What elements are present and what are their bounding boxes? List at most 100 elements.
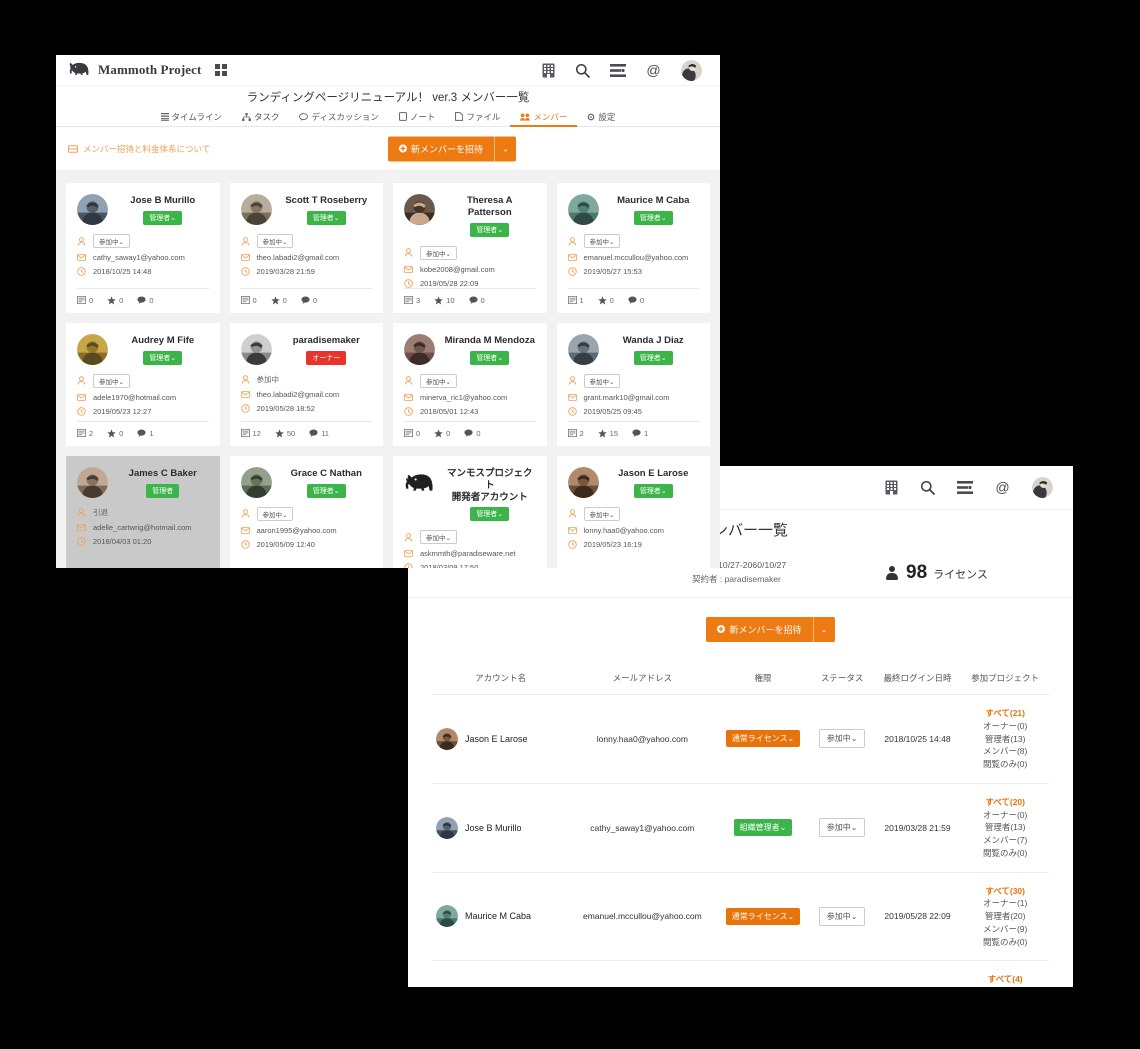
col-last-login[interactable]: 最終ログイン日時 <box>873 660 962 695</box>
avatar[interactable] <box>436 727 458 750</box>
date-row: 2019/05/28 18:52 <box>240 404 373 413</box>
member-card[interactable]: Miranda M Mendoza 管理者⌄ 参加中⌄ minerva_ric1@ya… <box>393 322 547 446</box>
member-card[interactable]: Theresa A Patterson 管理者⌄ 参加中⌄ kobe2008@gmai… <box>393 183 547 313</box>
filter-icon[interactable] <box>610 63 626 77</box>
card-details: 参加中⌄ aaron1995@yahoo.com 2019/05/09 12:40 <box>240 506 373 549</box>
member-card[interactable]: Grace C Nathan 管理者⌄ 参加中⌄ aaron1995@yahoo.co… <box>229 455 383 568</box>
member-role-badge[interactable]: 管理者⌄ <box>633 350 673 365</box>
member-card[interactable]: Maurice M Caba 管理者⌄ 参加中⌄ emanuel.mccullou@y… <box>556 183 710 313</box>
projects-total[interactable]: すべて(20) <box>965 796 1045 809</box>
member-role-badge[interactable]: オーナー <box>306 350 347 365</box>
card-stats: 1 0 0 <box>567 287 699 305</box>
member-role-badge[interactable]: 管理者⌄ <box>633 210 673 225</box>
member-status-dropdown[interactable]: 参加中⌄ <box>93 373 130 388</box>
avatar[interactable] <box>567 333 599 365</box>
tab-members[interactable]: メンバー <box>510 108 578 127</box>
member-status-dropdown[interactable]: 参加中⌄ <box>93 234 130 248</box>
status-dropdown[interactable]: 参加中⌄ <box>818 906 866 926</box>
member-card[interactable]: Jose B Murillo 管理者⌄ 参加中⌄ cathy_saway1@yahoo… <box>66 183 220 313</box>
apps-grid-icon[interactable] <box>215 64 228 76</box>
member-role-badge[interactable]: 管理者⌄ <box>143 350 183 365</box>
cell-permission: 組織管理者⌄ <box>715 783 811 873</box>
avatar[interactable] <box>404 466 435 498</box>
projects-total[interactable]: すべて(21) <box>965 707 1045 720</box>
member-card[interactable]: Jason E Larose 管理者⌄ 参加中⌄ lonny.haa0@yahoo.c… <box>556 455 710 568</box>
tab-gear[interactable]: 設定 <box>577 108 625 127</box>
member-card[interactable]: paradisemaker オーナー 参加中 theo.labadi2@gmail.c… <box>229 322 383 446</box>
member-role-badge[interactable]: 管理者⌄ <box>470 507 510 522</box>
member-status-dropdown[interactable]: 参加中⌄ <box>420 245 457 260</box>
invite-dropdown-caret[interactable]: ⌄ <box>812 616 835 642</box>
filter-icon[interactable] <box>957 481 973 494</box>
member-status-dropdown[interactable]: 参加中⌄ <box>583 373 621 388</box>
tab-discussion[interactable]: ディスカッション <box>289 108 388 127</box>
status-dropdown[interactable]: 参加中⌄ <box>818 818 866 838</box>
tab-task[interactable]: タスク <box>232 108 290 127</box>
avatar[interactable] <box>1032 477 1053 498</box>
permission-dropdown[interactable]: 組織管理者⌄ <box>733 819 793 837</box>
member-role-badge[interactable]: 管理者⌄ <box>470 350 510 365</box>
member-status-dropdown[interactable]: 参加中⌄ <box>256 234 294 248</box>
building-icon[interactable] <box>542 63 555 78</box>
permission-dropdown[interactable]: 通常ライセンス⌄ <box>725 907 801 925</box>
list-icon <box>404 296 413 305</box>
col-account-name[interactable]: アカウント名 <box>432 660 570 695</box>
col-email[interactable]: メールアドレス <box>569 660 716 695</box>
table-row[interactable]: Jose B Murillo cathy_saway1@yahoo.com 組織管理… <box>432 783 1049 873</box>
comment-icon <box>309 429 318 438</box>
member-status-dropdown[interactable]: 参加中⌄ <box>256 506 294 521</box>
projects-total[interactable]: すべて(4) <box>965 973 1045 986</box>
avatar[interactable] <box>240 194 272 225</box>
search-icon[interactable] <box>575 63 590 78</box>
invite-pricing-link[interactable]: メンバー招待と料金体系について <box>68 143 210 155</box>
member-status-dropdown[interactable]: 参加中⌄ <box>420 530 457 545</box>
status-dropdown[interactable]: 参加中⌄ <box>818 729 866 749</box>
member-card[interactable]: James C Baker 管理者 引退 adelle_cartwrig@hotmai… <box>66 455 220 568</box>
tab-file[interactable]: ファイル <box>445 108 510 127</box>
brand-logo[interactable]: Mammoth Project <box>68 62 201 79</box>
invite-dropdown-caret[interactable]: ⌄ <box>494 136 516 161</box>
avatar[interactable] <box>404 194 435 225</box>
avatar[interactable] <box>567 194 599 225</box>
member-status-dropdown[interactable]: 参加中⌄ <box>583 506 621 521</box>
avatar[interactable] <box>77 466 108 498</box>
table-row[interactable]: Maurice M Caba emanuel.mccullou@yahoo.com… <box>432 872 1049 962</box>
table-row[interactable]: Jason E Larose lonny.haa0@yahoo.com 通常ライセン… <box>432 694 1049 784</box>
member-role-badge[interactable]: 管理者⌄ <box>470 222 510 237</box>
tab-timeline[interactable]: タイムライン <box>151 108 232 127</box>
avatar[interactable] <box>567 466 599 498</box>
member-status-dropdown[interactable]: 参加中⌄ <box>420 373 457 388</box>
avatar[interactable] <box>681 59 702 81</box>
member-card[interactable]: マンモスプロジェクト 開発者アカウント 管理者⌄ 参加中⌄ askmmth@paradi… <box>393 455 547 568</box>
building-icon[interactable] <box>885 480 898 495</box>
col-permission[interactable]: 権限 <box>715 660 811 695</box>
mention-icon[interactable]: @ <box>646 63 661 78</box>
avatar[interactable] <box>404 333 435 365</box>
project-role-count: 管理者(13) <box>984 733 1026 744</box>
permission-dropdown[interactable]: 通常ライセンス⌄ <box>725 730 801 748</box>
avatar[interactable] <box>436 905 458 928</box>
avatar[interactable] <box>77 194 108 225</box>
col-projects[interactable]: 参加プロジェクト <box>961 660 1049 695</box>
tab-note[interactable]: ノート <box>389 108 446 127</box>
member-card[interactable]: Audrey M Fife 管理者⌄ 参加中⌄ adele1970@hotmail.c… <box>66 322 220 446</box>
avatar[interactable] <box>240 466 272 498</box>
avatar[interactable] <box>240 333 272 365</box>
member-role-badge[interactable]: 管理者⌄ <box>633 483 673 498</box>
invite-new-member-button[interactable]: 新メンバーを招待 ⌄ <box>706 616 835 642</box>
invite-new-member-button[interactable]: 新メンバーを招待 ⌄ <box>388 136 517 161</box>
member-status-dropdown[interactable]: 参加中⌄ <box>583 234 621 248</box>
avatar[interactable] <box>77 333 108 365</box>
table-row[interactable]: Audrey M Fifeadele1970@hotmail.com通常ライセン… <box>432 960 1049 987</box>
avatar[interactable] <box>436 816 458 839</box>
member-role-badge[interactable]: 管理者 <box>146 483 180 498</box>
mention-icon[interactable]: @ <box>995 480 1010 495</box>
col-status[interactable]: ステータス <box>810 660 874 695</box>
search-icon[interactable] <box>920 480 935 495</box>
member-role-badge[interactable]: 管理者⌄ <box>306 483 346 498</box>
projects-total[interactable]: すべて(30) <box>965 885 1045 898</box>
member-card[interactable]: Scott T Roseberry 管理者⌄ 参加中⌄ theo.labadi2@gm… <box>229 183 383 313</box>
member-card[interactable]: Wanda J Diaz 管理者⌄ 参加中⌄ grant.mark10@gmail.c… <box>556 322 710 446</box>
member-role-badge[interactable]: 管理者⌄ <box>306 210 346 225</box>
member-role-badge[interactable]: 管理者⌄ <box>143 210 183 225</box>
